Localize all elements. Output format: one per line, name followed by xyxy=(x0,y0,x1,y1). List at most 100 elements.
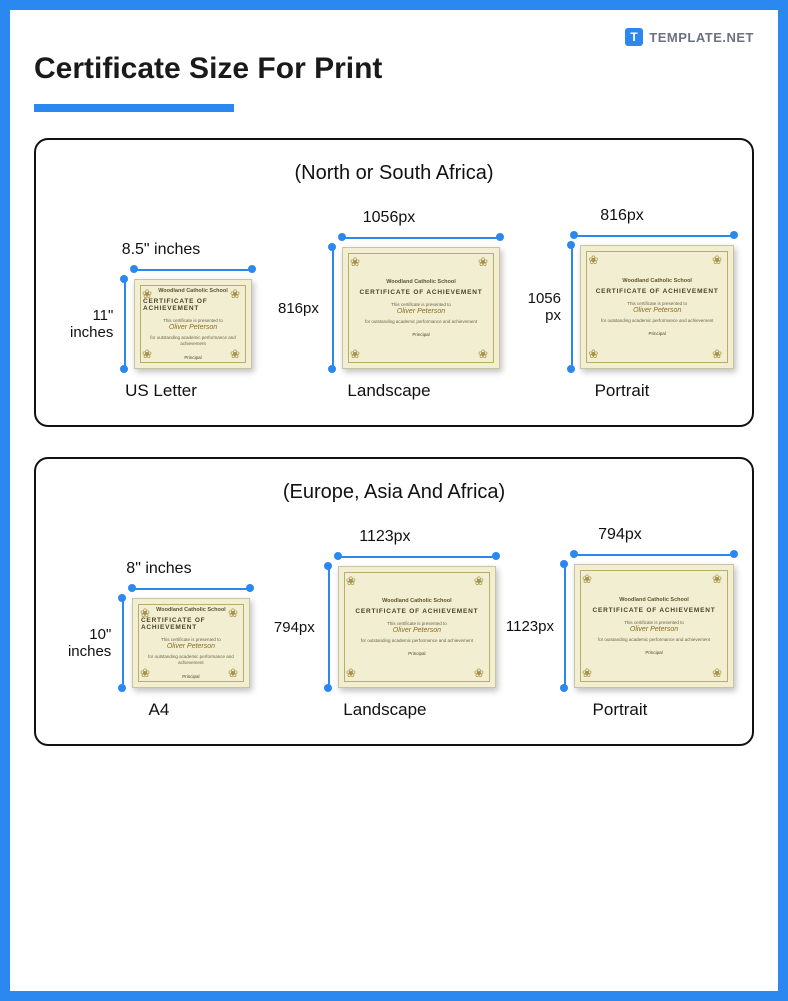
dimension-bracket-top xyxy=(574,229,734,243)
ornament-icon: ❀ xyxy=(478,347,492,361)
dimension-bracket-top xyxy=(338,550,496,564)
certificate-caption: Landscape xyxy=(347,381,430,401)
width-dimension: 8" inches xyxy=(126,560,191,578)
width-dimension: 1123px xyxy=(359,528,410,546)
cert-signer: Principal xyxy=(649,331,666,336)
size-panel: (North or South Africa) 8.5" inches 11" … xyxy=(34,138,754,427)
ornament-icon: ❀ xyxy=(346,666,360,680)
certificate-group: 8" inches 10" inches ❀ ❀ ❀ ❀ Woodland Ca… xyxy=(54,560,264,720)
cert-body: for outstanding academic performance and… xyxy=(361,638,473,644)
ornament-icon: ❀ xyxy=(230,287,244,301)
certificate-row: 8.5" inches 11" inches ❀ ❀ ❀ ❀ Woodland … xyxy=(54,207,734,401)
dimension-bracket-left xyxy=(118,279,132,369)
cert-signer: Principal xyxy=(645,650,662,655)
cert-presented: This certificate is presented to xyxy=(387,621,447,627)
width-dimension: 794px xyxy=(598,526,642,544)
cert-presented: This certificate is presented to xyxy=(627,301,687,307)
cert-body: for outstanding academic performance and… xyxy=(143,335,243,347)
ornament-icon: ❀ xyxy=(228,606,242,620)
cert-name: Oliver Peterson xyxy=(397,308,445,315)
brand-name: TEMPLATE.NET xyxy=(649,30,754,45)
header: T TEMPLATE.NET xyxy=(34,28,754,46)
ornament-icon: ❀ xyxy=(582,666,596,680)
certificate-thumbnail: ❀ ❀ ❀ ❀ Woodland Catholic School CERTIFI… xyxy=(132,598,250,688)
ornament-icon: ❀ xyxy=(350,255,364,269)
cert-presented: This certificate is presented to xyxy=(624,620,684,626)
accent-bar xyxy=(34,104,234,112)
dimension-bracket-left xyxy=(326,247,340,369)
cert-school: Woodland Catholic School xyxy=(622,278,692,284)
height-dimension: 816px xyxy=(278,247,326,369)
height-dimension: 11" inches xyxy=(70,279,118,369)
dimension-bracket-left xyxy=(322,566,336,688)
certificate-caption: Portrait xyxy=(593,700,648,720)
cert-heading: CERTIFICATE OF ACHIEVEMENT xyxy=(360,289,483,296)
cert-presented: This certificate is presented to xyxy=(391,302,451,308)
certificate-group: 1123px 794px ❀ ❀ ❀ ❀ Woodland Catholic S… xyxy=(274,528,496,720)
cert-body: for outstanding academic performance and… xyxy=(365,319,477,325)
cert-body: for outstanding academic performance and… xyxy=(598,637,710,643)
cert-school: Woodland Catholic School xyxy=(382,598,452,604)
ornament-icon: ❀ xyxy=(142,287,156,301)
size-panel: (Europe, Asia And Africa) 8" inches 10" … xyxy=(34,457,754,746)
certificate-thumbnail: ❀ ❀ ❀ ❀ Woodland Catholic School CERTIFI… xyxy=(580,245,734,369)
cert-body: for outstanding academic performance and… xyxy=(141,654,241,666)
ornament-icon: ❀ xyxy=(478,255,492,269)
certificate-thumbnail: ❀ ❀ ❀ ❀ Woodland Catholic School CERTIFI… xyxy=(338,566,496,688)
ornament-icon: ❀ xyxy=(588,347,602,361)
ornament-icon: ❀ xyxy=(140,606,154,620)
dimension-bracket-left xyxy=(116,598,130,688)
certificate-caption: US Letter xyxy=(125,381,197,401)
ornament-icon: ❀ xyxy=(474,666,488,680)
cert-name: Oliver Peterson xyxy=(167,643,215,650)
width-dimension: 1056px xyxy=(363,209,416,227)
ornament-icon: ❀ xyxy=(712,666,726,680)
dimension-bracket-top xyxy=(574,548,734,562)
dimension-bracket-top xyxy=(134,263,252,277)
brand-logo: T TEMPLATE.NET xyxy=(625,28,754,46)
height-dimension: 10" inches xyxy=(68,598,116,688)
ornament-icon: ❀ xyxy=(228,666,242,680)
cert-signer: Principal xyxy=(408,651,425,656)
brand-icon: T xyxy=(625,28,643,46)
certificate-row: 8" inches 10" inches ❀ ❀ ❀ ❀ Woodland Ca… xyxy=(54,526,734,720)
cert-heading: CERTIFICATE OF ACHIEVEMENT xyxy=(593,607,716,614)
ornament-icon: ❀ xyxy=(474,574,488,588)
ornament-icon: ❀ xyxy=(712,572,726,586)
certificate-thumbnail: ❀ ❀ ❀ ❀ Woodland Catholic School CERTIFI… xyxy=(574,564,734,688)
ornament-icon: ❀ xyxy=(350,347,364,361)
cert-presented: This certificate is presented to xyxy=(161,637,221,643)
certificate-group: 1056px 816px ❀ ❀ ❀ ❀ Woodland Catholic S… xyxy=(278,209,500,401)
ornament-icon: ❀ xyxy=(230,347,244,361)
cert-name: Oliver Peterson xyxy=(393,627,441,634)
certificate-group: 794px 1123px ❀ ❀ ❀ ❀ Woodland Catholic S… xyxy=(506,526,734,720)
dimension-bracket-left xyxy=(565,245,578,369)
cert-heading: CERTIFICATE OF ACHIEVEMENT xyxy=(143,298,243,312)
panel-region: (Europe, Asia And Africa) xyxy=(54,481,734,504)
cert-school: Woodland Catholic School xyxy=(386,279,456,285)
dimension-bracket-top xyxy=(342,231,500,245)
certificate-thumbnail: ❀ ❀ ❀ ❀ Woodland Catholic School CERTIFI… xyxy=(342,247,500,369)
dimension-bracket-top xyxy=(132,582,250,596)
cert-name: Oliver Peterson xyxy=(633,307,681,314)
cert-school: Woodland Catholic School xyxy=(619,597,689,603)
cert-body: for outstanding academic performance and… xyxy=(601,318,713,324)
certificate-caption: A4 xyxy=(149,700,170,720)
cert-heading: CERTIFICATE OF ACHIEVEMENT xyxy=(596,288,719,295)
ornament-icon: ❀ xyxy=(712,347,726,361)
width-dimension: 8.5" inches xyxy=(122,241,201,259)
ornament-icon: ❀ xyxy=(582,572,596,586)
ornament-icon: ❀ xyxy=(712,253,726,267)
cert-signer: Principal xyxy=(412,332,429,337)
cert-signer: Principal xyxy=(184,355,201,360)
cert-name: Oliver Peterson xyxy=(169,324,217,331)
certificate-group: 8.5" inches 11" inches ❀ ❀ ❀ ❀ Woodland … xyxy=(54,241,268,401)
certificate-caption: Landscape xyxy=(343,700,426,720)
certificate-thumbnail: ❀ ❀ ❀ ❀ Woodland Catholic School CERTIFI… xyxy=(134,279,252,369)
cert-heading: CERTIFICATE OF ACHIEVEMENT xyxy=(355,608,478,615)
cert-signer: Principal xyxy=(182,674,199,679)
ornament-icon: ❀ xyxy=(588,253,602,267)
cert-school: Woodland Catholic School xyxy=(156,607,226,613)
certificate-group: 816px 1056 px ❀ ❀ ❀ ❀ Woodland Catholic … xyxy=(510,207,734,401)
ornament-icon: ❀ xyxy=(140,666,154,680)
